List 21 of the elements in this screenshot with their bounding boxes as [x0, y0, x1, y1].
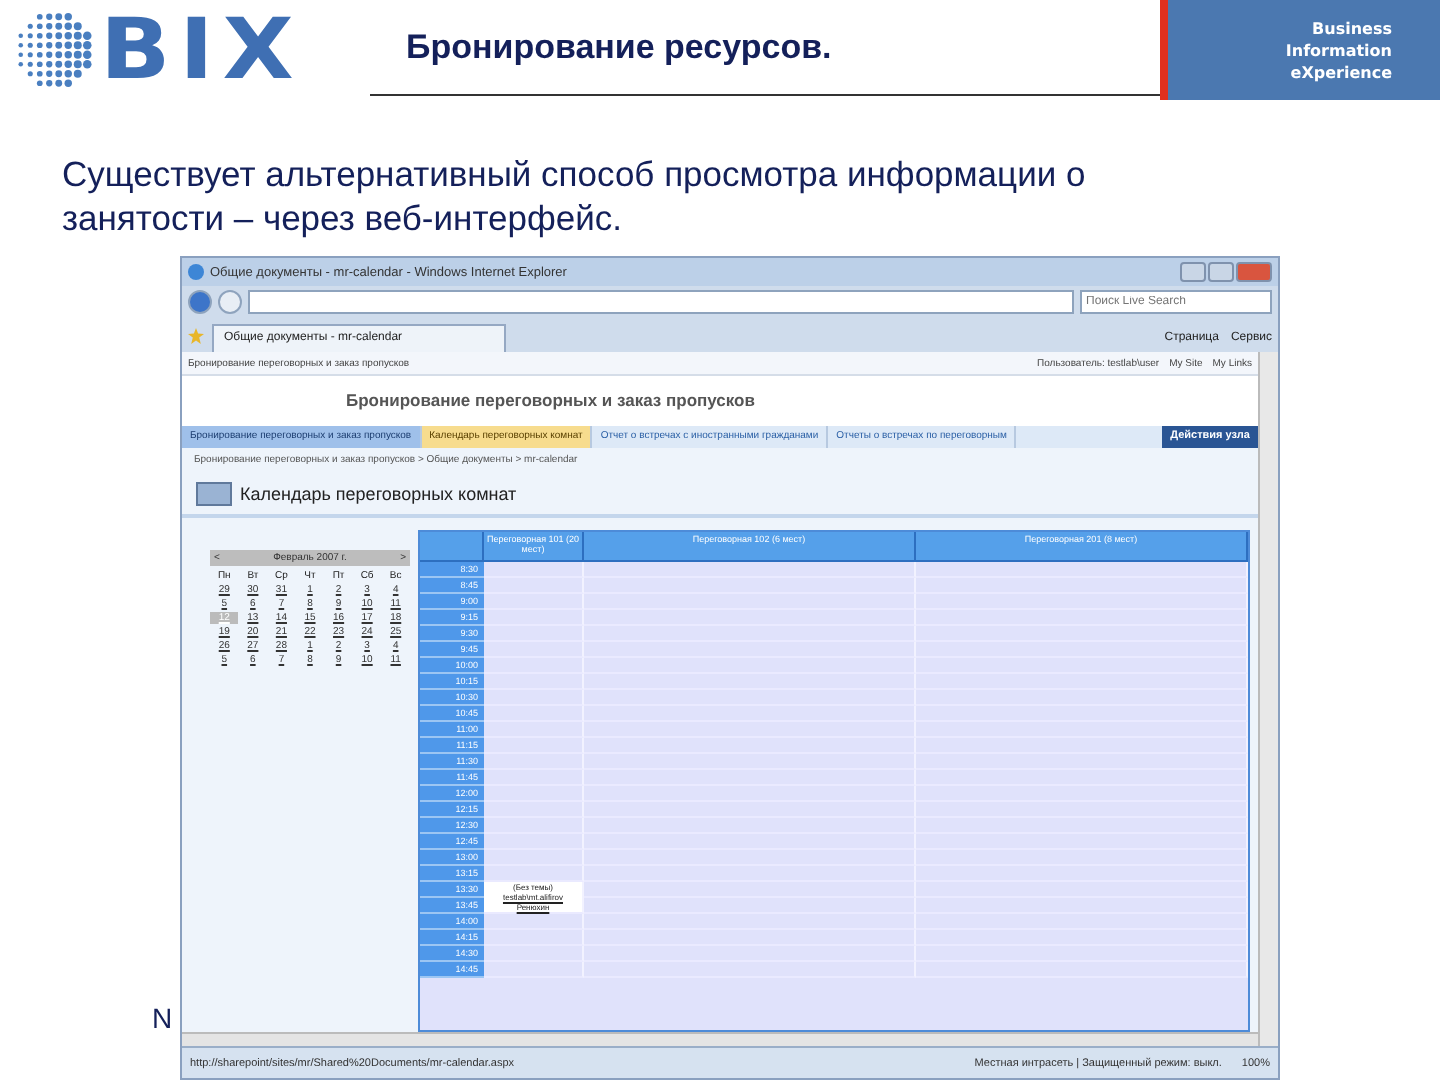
calendar-icon [196, 481, 232, 505]
dotted-globe-icon [16, 12, 92, 88]
browser-icon [188, 264, 204, 280]
site-title: Бронирование переговорных и заказ пропусков [344, 388, 757, 414]
slide-footer: N [0, 256, 180, 1080]
address-field[interactable] [248, 290, 1074, 314]
horizontal-scrollbar[interactable] [182, 1032, 1258, 1046]
maximize-button[interactable] [1208, 262, 1234, 282]
slide-title: Бронирование ресурсов. [404, 27, 832, 67]
minimize-button[interactable] [1180, 262, 1206, 282]
forward-button[interactable] [218, 290, 242, 314]
tagline-text: Information [1285, 39, 1392, 61]
tagline-text: Business [1312, 17, 1392, 39]
header-cell [420, 532, 484, 562]
tagline-text: eXperience [1290, 61, 1392, 83]
page-title: Календарь переговорных комнат [240, 483, 517, 503]
slide-text: Существует альтернативный способ просмотра информации о занятости – через веб-интерфейс. [62, 152, 1088, 240]
back-button[interactable] [188, 290, 212, 314]
close-button[interactable] [1236, 262, 1272, 282]
logo-text: BIX [100, 6, 303, 94]
vertical-scrollbar[interactable] [1258, 352, 1278, 1046]
